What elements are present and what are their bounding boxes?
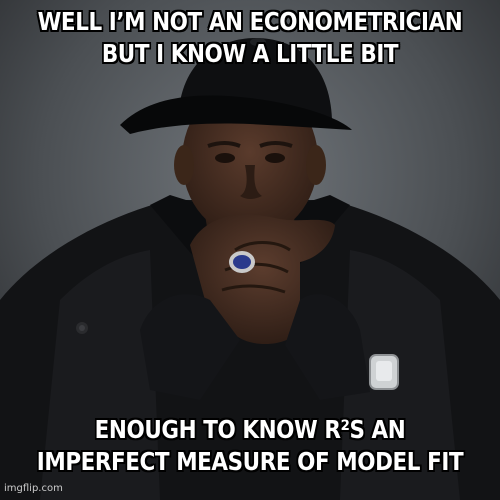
top-caption-line-1: WELL I’M NOT AN ECONOMETRICIAN [37, 7, 463, 36]
bottom-caption-line-2: IMPERFECT MEASURE OF MODEL FIT [36, 447, 464, 476]
meme-image: WELL I’M NOT AN ECONOMETRICIAN BUT I KNO… [0, 0, 500, 500]
bottom-caption-line-1: ENOUGH TO KNOW R²S AN [94, 415, 406, 444]
top-caption-line-2: BUT I KNOW A LITTLE BIT [101, 39, 399, 68]
bottom-caption: ENOUGH TO KNOW R²S AN IMPERFECT MEASURE … [35, 414, 465, 478]
top-caption: WELL I’M NOT AN ECONOMETRICIAN BUT I KNO… [35, 6, 465, 70]
imgflip-watermark: imgflip.com [4, 483, 63, 494]
